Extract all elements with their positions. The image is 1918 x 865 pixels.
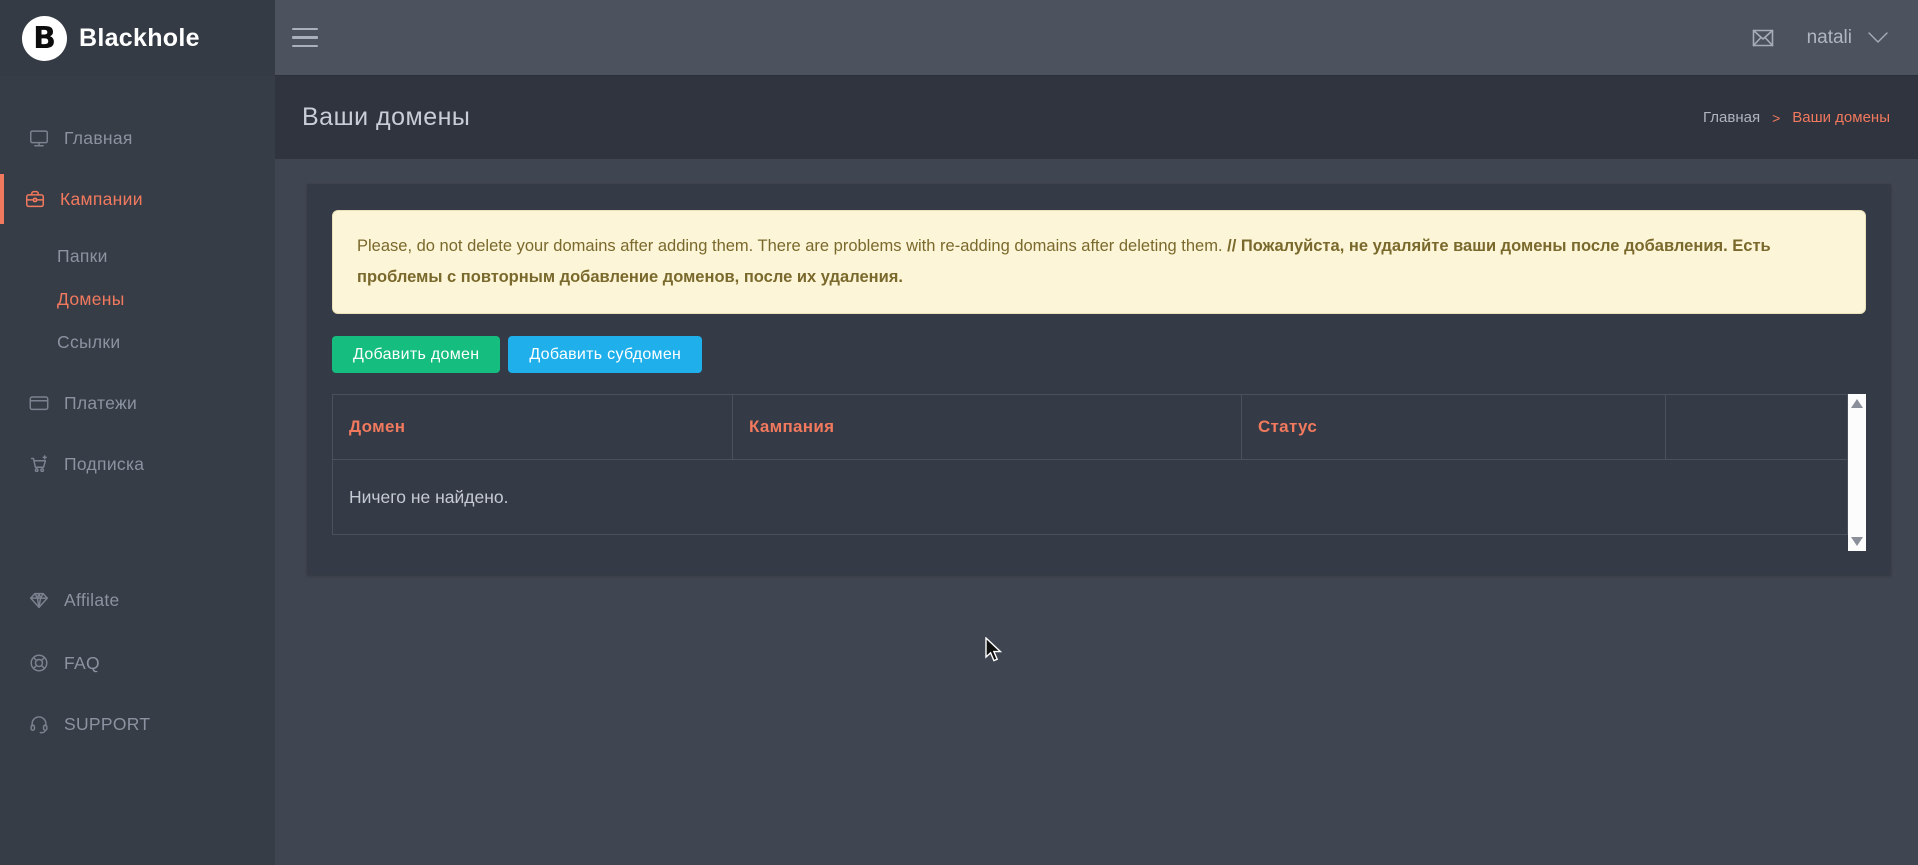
breadcrumb: Главная > Ваши домены [1703, 109, 1890, 126]
scroll-down-icon[interactable] [1851, 537, 1863, 546]
lifebuoy-icon [28, 652, 50, 674]
table-scrollbar[interactable] [1848, 394, 1866, 551]
headset-icon [28, 713, 50, 735]
cart-icon [28, 453, 50, 475]
page-header: Ваши домены Главная > Ваши домены [275, 76, 1918, 159]
sidebar-label: Папки [57, 246, 108, 267]
monitor-icon [28, 127, 50, 149]
diamond-icon [28, 589, 50, 611]
chevron-down-icon [1866, 31, 1890, 45]
sidebar-item-campaigns[interactable]: Кампании [0, 174, 275, 224]
sidebar-label: Главная [64, 128, 133, 149]
brand-logo[interactable]: B Blackhole [0, 0, 275, 76]
sidebar-spacer [0, 364, 275, 378]
warning-alert: Please, do not delete your domains after… [332, 210, 1866, 314]
table-header-row: Домен Кампания Статус [333, 395, 1848, 460]
sidebar-label: Платежи [64, 393, 137, 414]
sidebar-item-affilate[interactable]: Affilate [0, 575, 275, 625]
sidebar-label: Домены [57, 289, 125, 310]
breadcrumb-current: Ваши домены [1792, 109, 1890, 126]
sidebar-item-domains[interactable]: Домены [0, 278, 275, 321]
table-row: Ничего не найдено. [333, 460, 1848, 535]
column-header-status[interactable]: Статус [1241, 395, 1665, 460]
topbar-right: natali [275, 0, 1918, 76]
add-domain-button[interactable]: Добавить домен [332, 336, 500, 373]
domains-table-wrapper: Домен Кампания Статус Ничего не найдено. [332, 394, 1866, 551]
sidebar: Главная Кампании Папки Домены Ссылки Пла… [0, 76, 275, 865]
column-header-actions [1666, 395, 1848, 460]
scroll-up-icon[interactable] [1851, 399, 1863, 408]
mail-icon[interactable] [1749, 26, 1777, 50]
sidebar-spacer [0, 500, 275, 575]
domains-card: Please, do not delete your domains after… [307, 184, 1891, 575]
domains-table: Домен Кампания Статус Ничего не найдено. [332, 394, 1848, 535]
sidebar-label: SUPPORT [64, 714, 150, 735]
breadcrumb-separator-icon: > [1772, 110, 1780, 126]
username: natali [1807, 27, 1852, 49]
app-window: B Blackhole natali [0, 0, 1918, 865]
topbar-actions: natali [1749, 26, 1890, 50]
breadcrumb-home[interactable]: Главная [1703, 109, 1760, 126]
empty-table-message: Ничего не найдено. [333, 460, 1848, 535]
sidebar-item-subscription[interactable]: Подписка [0, 439, 275, 489]
topbar: B Blackhole natali [0, 0, 1918, 76]
sidebar-item-faq[interactable]: FAQ [0, 638, 275, 688]
logo-icon: B [22, 16, 67, 61]
sidebar-item-payments[interactable]: Платежи [0, 378, 275, 428]
sidebar-item-support[interactable]: SUPPORT [0, 699, 275, 749]
sidebar-label: FAQ [64, 653, 100, 674]
add-subdomain-button[interactable]: Добавить субдомен [508, 336, 702, 373]
sidebar-item-links[interactable]: Ссылки [0, 321, 275, 364]
sidebar-item-folders[interactable]: Папки [0, 235, 275, 278]
sidebar-label: Кампании [60, 189, 143, 210]
alert-text-en: Please, do not delete your domains after… [357, 237, 1223, 255]
brand-name: Blackhole [79, 24, 200, 53]
user-menu[interactable]: natali [1807, 27, 1890, 49]
sidebar-label: Affilate [64, 590, 120, 611]
column-header-domain[interactable]: Домен [333, 395, 733, 460]
page-title: Ваши домены [302, 103, 470, 132]
content-area: Please, do not delete your domains after… [275, 159, 1918, 865]
briefcase-icon [24, 188, 46, 210]
sidebar-label: Подписка [64, 454, 144, 475]
actions-row: Добавить домен Добавить субдомен [332, 336, 1866, 373]
main-area: Ваши домены Главная > Ваши домены Please… [275, 76, 1918, 865]
credit-card-icon [28, 392, 50, 414]
logo-letter: B [33, 21, 56, 56]
sidebar-item-home[interactable]: Главная [0, 113, 275, 163]
column-header-campaign[interactable]: Кампания [732, 395, 1241, 460]
menu-toggle-icon[interactable] [292, 24, 322, 52]
sidebar-label: Ссылки [57, 332, 120, 353]
